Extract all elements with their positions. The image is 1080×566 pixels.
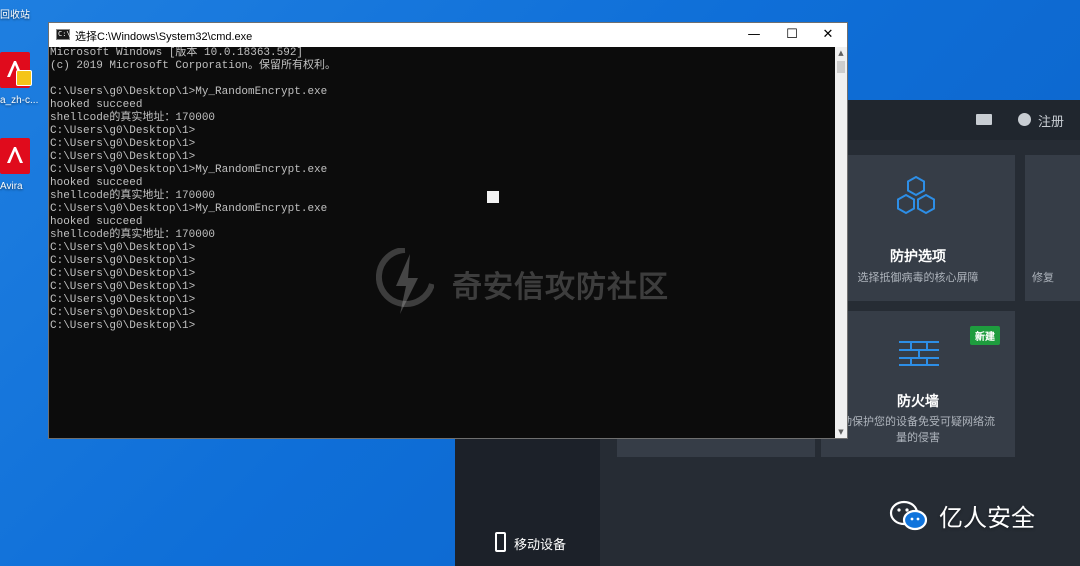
console-line: C:\Users\g0\Desktop\1> [50,255,196,267]
wechat-watermark: 亿人安全 [889,498,1035,533]
qianxin-logo-watermark-icon [376,248,434,314]
console-line: Microsoft Windows [版本 10.0.18363.592] [50,47,304,59]
console-line: C:\Users\g0\Desktop\1> [50,320,196,332]
console-line: C:\Users\g0\Desktop\1> [50,138,196,150]
cmd-titlebar[interactable]: C:\ 选择C:\Windows\System32\cmd.exe — ☐ ✕ [49,23,847,47]
recycle-bin-label[interactable]: 回收站 [0,6,30,21]
console-line: shellcode的真实地址：170000 [50,229,216,241]
new-badge: 新建 [970,326,1000,345]
hexagon-icon [897,175,935,215]
console-line: C:\Users\g0\Desktop\1>My_RandomEncrypt.e… [50,203,328,215]
console-line: hooked succeed [50,177,143,189]
mail-icon[interactable] [976,114,992,125]
close-button[interactable]: ✕ [809,23,847,47]
console-line: C:\Users\g0\Desktop\1> [50,242,196,254]
console-line: hooked succeed [50,99,143,111]
console-line: shellcode的真实地址：170000 [50,112,216,124]
console-line: (c) 2019 Microsoft Corporation。保留所有权利。 [50,60,337,72]
avira-label[interactable]: Avira [0,181,23,192]
card-firewall[interactable]: 新建 防火墙 动保护您的设备免受可疑网络流 量的侵害 [821,311,1015,457]
console-line: C:\Users\g0\Desktop\1>My_RandomEncrypt.e… [50,164,328,176]
mobile-phone-icon [495,532,506,552]
mobile-devices-link[interactable]: 移动设备 [514,534,566,553]
cmd-app-icon[interactable]: C:\ [56,29,71,40]
card-title: 防火墙 [897,394,939,410]
card-desc-line1: 动保护您的设备免受可疑网络流 [841,415,995,428]
avira-setup-label[interactable]: a_zh-c... [0,95,38,106]
card-desc: 选择抵御病毒的核心屏障 [857,271,979,284]
cmd-window-title: 选择C:\Windows\System32\cmd.exe [75,31,253,43]
vertical-scrollbar[interactable]: ▲ ▼ [835,47,847,438]
scroll-up-arrow-icon[interactable]: ▲ [835,47,847,59]
maximize-button[interactable]: ☐ [773,23,811,47]
card-repair[interactable]: 修复 [1025,155,1080,301]
register-link[interactable]: 注册 [1038,111,1064,130]
firewall-icon [899,341,939,366]
cmd-window[interactable]: C:\ 选择C:\Windows\System32\cmd.exe — ☐ ✕ … [48,22,848,439]
console-line: C:\Users\g0\Desktop\1> [50,281,196,293]
console-line: shellcode的真实地址：170000 [50,190,216,202]
card-desc: 修复 [1032,271,1054,284]
console-output[interactable]: Microsoft Windows [版本 10.0.18363.592] (c… [49,47,835,438]
card-desc-line2: 量的侵害 [896,431,940,444]
wechat-account-name: 亿人安全 [939,504,1035,532]
console-line: C:\Users\g0\Desktop\1> [50,125,196,137]
qianxin-watermark-text: 奇安信攻防社区 [452,270,669,305]
card-protection-options[interactable]: 防护选项 选择抵御病毒的核心屏障 [821,155,1015,301]
wechat-icon [889,500,928,530]
user-icon[interactable] [1018,113,1031,126]
avira-desktop-icon[interactable] [0,138,30,174]
card-title: 防护选项 [890,249,946,265]
console-line: C:\Users\g0\Desktop\1> [50,307,196,319]
selection-cursor [487,191,499,203]
console-line: C:\Users\g0\Desktop\1> [50,294,196,306]
console-line: C:\Users\g0\Desktop\1>My_RandomEncrypt.e… [50,86,328,98]
scroll-down-arrow-icon[interactable]: ▼ [835,426,847,438]
console-line: hooked succeed [50,216,143,228]
minimize-button[interactable]: — [735,23,773,47]
console-line: C:\Users\g0\Desktop\1> [50,268,196,280]
avira-setup-icon[interactable] [0,52,32,88]
console-line: C:\Users\g0\Desktop\1> [50,151,196,163]
uac-shield-icon [16,70,32,86]
scroll-thumb[interactable] [837,61,845,73]
